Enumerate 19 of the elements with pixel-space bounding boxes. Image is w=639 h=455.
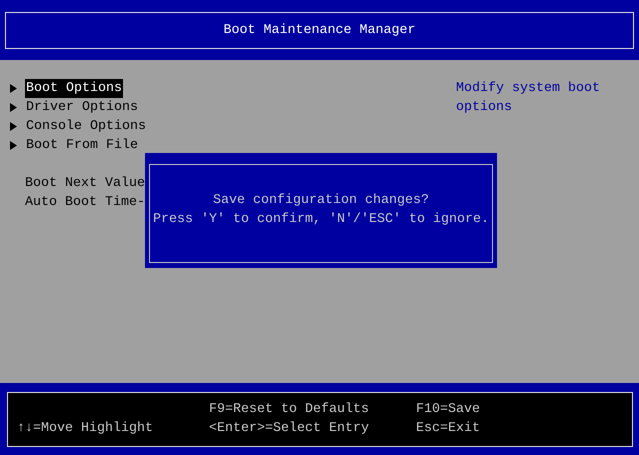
key-hint: F9=Reset to Defaults <box>209 401 370 419</box>
menu-item[interactable]: Driver Options <box>25 98 139 117</box>
dialog-message: Press 'Y' to confirm, 'N'/'ESC' to ignore. <box>153 211 489 229</box>
setting-label[interactable]: Auto Boot Time- <box>25 193 145 212</box>
key-hint: <Enter>=Select Entry <box>209 420 370 438</box>
key-hint: Esc=Exit <box>416 420 481 438</box>
triangle-icon <box>10 122 17 131</box>
setting-label[interactable]: Boot Next Value <box>25 174 145 193</box>
triangle-icon <box>10 84 17 93</box>
key-hint: F10=Save <box>416 401 481 419</box>
menu-item[interactable]: Console Options <box>25 117 147 136</box>
dialog-message: Save configuration changes? <box>213 192 429 210</box>
triangle-icon <box>10 141 17 150</box>
triangle-icon <box>10 103 17 112</box>
page-title: Boot Maintenance Manager <box>224 22 416 40</box>
menu-item[interactable]: Boot Options <box>25 79 123 98</box>
help-text: Modify system boot options <box>456 80 601 117</box>
menu-item[interactable]: Boot From File <box>25 136 139 155</box>
key-hint: ↑↓=Move Highlight <box>17 420 154 438</box>
